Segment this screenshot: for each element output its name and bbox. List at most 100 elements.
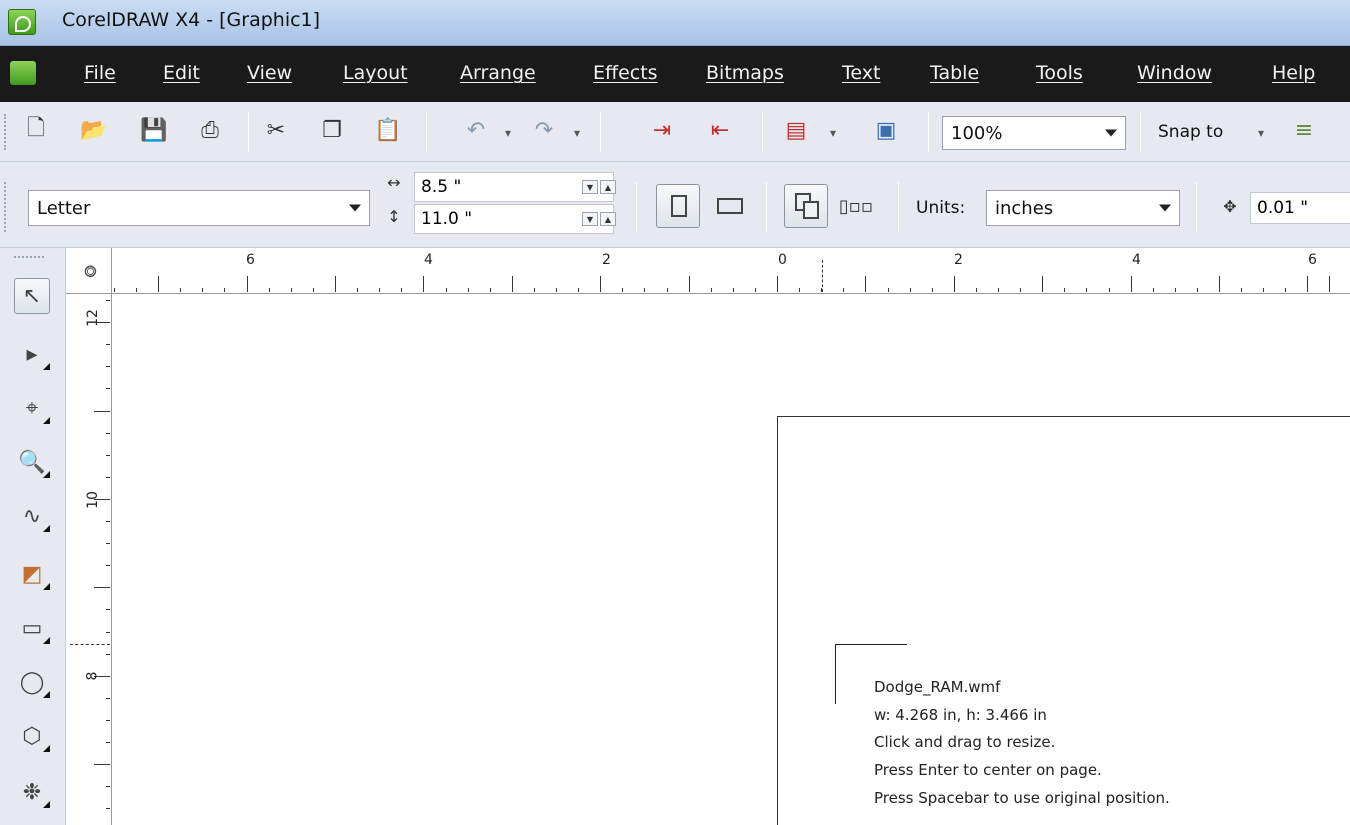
import-filename: Dodge_RAM.wmf <box>874 678 1001 696</box>
ruler-tick <box>976 288 977 292</box>
ruler-tick <box>106 477 110 478</box>
ruler-tick <box>379 288 380 292</box>
page-width-value: 8.5 " <box>421 177 462 197</box>
ruler-tick <box>1307 276 1308 292</box>
horizontal-ruler[interactable] <box>66 248 1350 294</box>
vertical-ruler[interactable] <box>66 294 112 825</box>
paper-size-combo[interactable]: Letter <box>28 190 370 226</box>
launcher-dropdown-icon[interactable]: ▾ <box>830 126 836 140</box>
export-icon[interactable]: ⇤ <box>706 116 734 144</box>
page-width-icon: ↔ <box>387 172 401 192</box>
menu-text[interactable]: Text <box>842 62 880 84</box>
height-decrease-icon[interactable]: ▼ <box>582 212 598 226</box>
redo-dropdown-icon[interactable]: ▾ <box>574 126 580 140</box>
all-pages-button[interactable] <box>784 184 828 228</box>
paste-icon[interactable]: 📋 <box>374 116 402 144</box>
menu-effects[interactable]: Effects <box>593 62 658 84</box>
menu-table[interactable]: Table <box>930 62 979 84</box>
basic-shapes-tool-icon[interactable]: ❉ <box>14 774 50 810</box>
open-icon[interactable]: 📂 <box>80 116 108 144</box>
menu-layout[interactable]: Layout <box>343 62 408 84</box>
ruler-tick <box>600 276 601 292</box>
ruler-tick <box>777 276 778 292</box>
nudge-distance-field[interactable]: 0.01 " <box>1250 192 1350 224</box>
save-icon[interactable]: 💾 <box>140 116 168 144</box>
redo-icon[interactable]: ↷ <box>530 116 558 144</box>
ruler-tick <box>1263 288 1264 292</box>
ruler-label: 2 <box>602 252 611 268</box>
ruler-tick <box>202 288 203 292</box>
current-page-icon[interactable]: ▯▫▫ <box>839 192 873 220</box>
toolbox-grip[interactable] <box>14 256 44 258</box>
menu-view[interactable]: View <box>247 62 292 84</box>
ruler-tick <box>865 276 866 292</box>
import-cursor-vertical <box>835 644 836 704</box>
ruler-tick <box>556 288 557 292</box>
welcome-screen-icon[interactable]: ▣ <box>872 116 900 144</box>
page-height-icon: ↕ <box>387 206 401 226</box>
cut-icon[interactable]: ✂ <box>262 116 290 144</box>
all-pages-icon-back <box>803 201 819 219</box>
document-menu-icon[interactable] <box>10 61 36 85</box>
snap-dropdown-icon[interactable]: ▾ <box>1258 126 1264 140</box>
ruler-tick <box>106 543 110 544</box>
toolbar-grip[interactable] <box>4 114 8 150</box>
pick-tool-icon[interactable]: ↖ <box>14 278 50 314</box>
menu-arrange[interactable]: Arrange <box>460 62 536 84</box>
ruler-tick <box>711 288 712 292</box>
freehand-tool-icon[interactable]: ∿ <box>14 498 50 534</box>
crop-tool-icon[interactable]: ⌖ <box>14 390 50 426</box>
ruler-tick <box>114 288 115 292</box>
application-launcher-icon[interactable]: ▤ <box>782 116 810 144</box>
width-decrease-icon[interactable]: ▼ <box>582 180 598 194</box>
units-combo[interactable]: inches <box>986 190 1180 226</box>
page-height-value: 11.0 " <box>421 209 473 229</box>
ruler-tick <box>1285 288 1286 292</box>
undo-dropdown-icon[interactable]: ▾ <box>505 126 511 140</box>
menu-edit[interactable]: Edit <box>163 62 200 84</box>
coreldraw-app-icon[interactable] <box>8 9 36 35</box>
shape-tool-icon[interactable]: ▸ <box>14 336 50 372</box>
menu-file[interactable]: File <box>84 62 116 84</box>
chevron-down-icon <box>1159 204 1171 212</box>
ruler-tick <box>136 288 137 292</box>
undo-icon[interactable]: ↶ <box>462 116 490 144</box>
ruler-tick <box>1020 288 1021 292</box>
menu-tools[interactable]: Tools <box>1036 62 1083 84</box>
menu-window[interactable]: Window <box>1137 62 1212 84</box>
ruler-tick <box>534 288 535 292</box>
property-bar-grip[interactable] <box>4 182 8 232</box>
smart-fill-tool-icon[interactable]: ◩ <box>14 556 50 592</box>
ruler-tick <box>94 411 110 412</box>
options-icon[interactable]: ≡ <box>1290 116 1318 144</box>
polygon-tool-icon[interactable]: ⬡ <box>14 718 50 754</box>
portrait-icon <box>671 195 687 217</box>
paper-size-value: Letter <box>37 197 91 219</box>
print-icon[interactable]: ⎙ <box>196 116 224 144</box>
toolbar-separator <box>898 182 899 232</box>
zoom-level-combo[interactable]: 100% <box>942 116 1126 150</box>
ruler-tick <box>1109 288 1110 292</box>
new-icon[interactable]: 🗋 <box>22 116 50 144</box>
ruler-tick <box>843 288 844 292</box>
ruler-tick <box>291 288 292 292</box>
toolbar-separator <box>928 112 929 152</box>
ruler-tick <box>335 276 336 292</box>
snap-to-button[interactable]: Snap to <box>1158 122 1223 142</box>
menu-help[interactable]: Help <box>1272 62 1315 84</box>
rectangle-tool-icon[interactable]: ▭ <box>14 610 50 646</box>
import-icon[interactable]: ⇥ <box>648 116 676 144</box>
menu-bitmaps[interactable]: Bitmaps <box>706 62 784 84</box>
width-increase-icon[interactable]: ▲ <box>600 180 616 194</box>
portrait-button[interactable] <box>656 184 700 228</box>
zoom-tool-icon[interactable]: 🔍 <box>14 444 50 480</box>
ruler-tick <box>106 632 110 633</box>
ruler-tick <box>1086 288 1087 292</box>
ellipse-tool-icon[interactable]: ◯ <box>14 664 50 700</box>
height-increase-icon[interactable]: ▲ <box>600 212 616 226</box>
ruler-tick <box>490 288 491 292</box>
ruler-tick <box>1175 288 1176 292</box>
copy-icon[interactable]: ❐ <box>318 116 346 144</box>
landscape-button[interactable] <box>716 192 744 220</box>
toolbar-separator <box>636 182 637 232</box>
